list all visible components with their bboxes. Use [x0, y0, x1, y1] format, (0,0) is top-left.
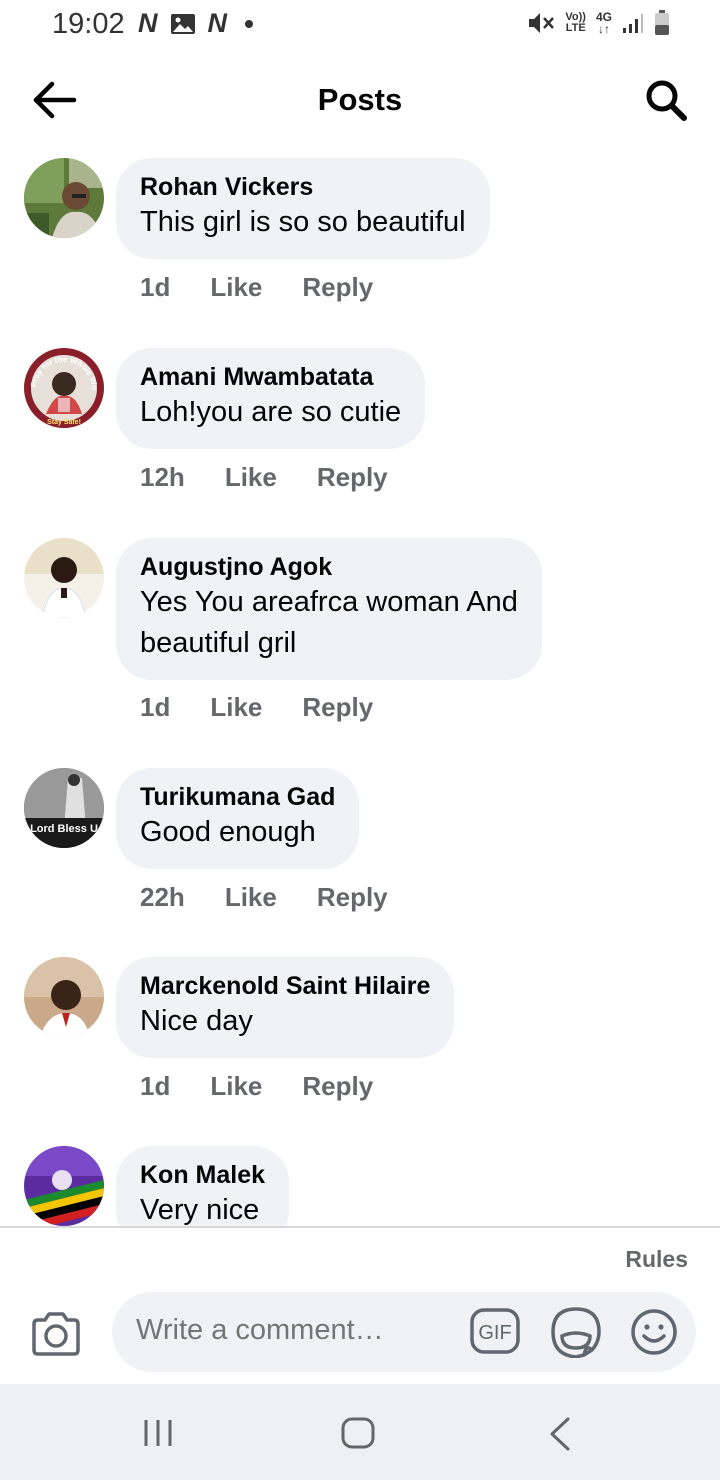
sticker-button[interactable] — [550, 1306, 602, 1358]
comment-time[interactable]: 22h — [140, 882, 185, 913]
comment-bubble[interactable]: Augustjno Agok Yes You areafrca woman An… — [116, 538, 542, 680]
comment-text: Good enough — [140, 816, 316, 848]
avatar[interactable]: Lord Bless U — [24, 768, 104, 848]
comment-text: This girl is so so beautiful — [140, 206, 466, 238]
4g-icon: 4G ↓↑ — [596, 11, 612, 35]
battery-icon — [655, 10, 669, 35]
avatar[interactable] — [24, 957, 104, 1037]
dot-icon — [245, 19, 253, 28]
comment-time[interactable]: 1d — [140, 272, 170, 303]
comment-bubble[interactable]: Marckenold Saint Hilaire Nice day — [116, 957, 455, 1058]
reply-button[interactable]: Reply — [317, 462, 388, 493]
netflix-n-icon: N — [138, 8, 158, 38]
comment-author[interactable]: Kon Malek — [140, 1160, 265, 1190]
like-button[interactable]: Like — [225, 462, 277, 493]
comment-bubble[interactable]: Turikumana Gad Good enough — [116, 768, 360, 869]
avatar[interactable] — [24, 538, 104, 618]
comment-bubble[interactable]: Amani Mwambatata Loh!you are so cutie — [116, 348, 426, 449]
sticker-icon — [551, 1307, 601, 1358]
comment-actions: 12h Like Reply — [140, 462, 428, 493]
like-button[interactable]: Like — [210, 1071, 262, 1102]
comments-list: Rohan Vickers This girl is so so beautif… — [0, 150, 720, 1226]
comment-author[interactable]: Turikumana Gad — [140, 782, 335, 812]
comment-bubble[interactable]: Rohan Vickers This girl is so so beautif… — [116, 158, 490, 259]
avatar[interactable]: Pray for the Whole World Stay Safe! — [24, 348, 104, 428]
composer-divider — [0, 1226, 720, 1228]
comment-text: Nice day — [140, 1005, 253, 1037]
recent-apps-button[interactable] — [142, 1418, 174, 1448]
status-bar: 19:02 N N Vo)) LTE 4G ↓↑ — [0, 0, 720, 50]
mute-icon — [529, 13, 555, 33]
avatar-text: Lord Bless U — [30, 823, 98, 835]
camera-icon — [32, 1312, 80, 1356]
gif-button[interactable]: GIF — [470, 1308, 520, 1354]
avatar-text-bottom: Stay Safe! — [47, 419, 81, 426]
reply-button[interactable]: Reply — [302, 1071, 373, 1102]
home-button[interactable] — [340, 1416, 376, 1450]
status-notification-icons: N N — [138, 10, 253, 37]
search-button[interactable] — [642, 76, 690, 124]
system-nav-bar — [0, 1384, 720, 1480]
back-nav-button[interactable] — [548, 1416, 572, 1452]
back-icon — [550, 1417, 570, 1451]
like-button[interactable]: Like — [210, 692, 262, 723]
search-icon — [646, 80, 687, 121]
home-icon — [341, 1417, 375, 1449]
emoji-button[interactable] — [630, 1308, 678, 1356]
netflix-n-icon: N — [207, 8, 228, 38]
comment-author[interactable]: Amani Mwambatata — [140, 362, 401, 392]
like-button[interactable]: Like — [225, 882, 277, 913]
like-button[interactable]: Like — [210, 272, 262, 303]
comment-input[interactable] — [136, 1314, 436, 1347]
comment-actions: 22h Like Reply — [140, 882, 428, 913]
reply-button[interactable]: Reply — [302, 272, 373, 303]
comment-text: Loh!you are so cutie — [140, 396, 402, 428]
comment-actions: 1d Like Reply — [140, 1071, 413, 1102]
comment-actions: 1d Like Reply — [140, 692, 413, 723]
status-time: 19:02 — [52, 8, 125, 40]
header: Posts — [0, 64, 720, 136]
image-icon — [170, 13, 195, 34]
rules-link[interactable]: Rules — [625, 1246, 688, 1273]
reply-button[interactable]: Reply — [302, 692, 373, 723]
signal-icon — [623, 14, 643, 33]
comment-actions: 1d Like Reply — [140, 272, 413, 303]
comment-time[interactable]: 1d — [140, 692, 170, 723]
comment-bubble[interactable]: Kon Malek Very nice — [116, 1146, 290, 1226]
camera-button[interactable] — [30, 1310, 82, 1358]
comment-author[interactable]: Rohan Vickers — [140, 172, 466, 202]
comment-text-line: Yes You areafrca woman And — [140, 586, 518, 618]
gif-icon: GIF — [470, 1308, 520, 1354]
gif-label: GIF — [478, 1322, 511, 1344]
comment-text-line: beautiful gril — [140, 627, 297, 659]
reply-button[interactable]: Reply — [317, 882, 388, 913]
comment-time[interactable]: 1d — [140, 1071, 170, 1102]
emoji-icon — [631, 1309, 677, 1355]
volte-icon: Vo)) LTE — [565, 12, 586, 34]
comment-author[interactable]: Marckenold Saint Hilaire — [140, 971, 430, 1001]
recent-apps-icon — [144, 1420, 172, 1446]
avatar[interactable] — [24, 1146, 104, 1226]
comment-composer: GIF — [112, 1292, 696, 1372]
comment-text: Very nice — [140, 1194, 260, 1226]
avatar[interactable] — [24, 158, 104, 238]
page-title: Posts — [317, 82, 403, 117]
data-arrows-icon: ↓↑ — [597, 22, 610, 36]
lte-label: LTE — [565, 22, 586, 34]
comment-time[interactable]: 12h — [140, 462, 185, 493]
status-system-icons: Vo)) LTE 4G ↓↑ — [527, 10, 670, 36]
comment-author[interactable]: Augustjno Agok — [140, 552, 518, 582]
